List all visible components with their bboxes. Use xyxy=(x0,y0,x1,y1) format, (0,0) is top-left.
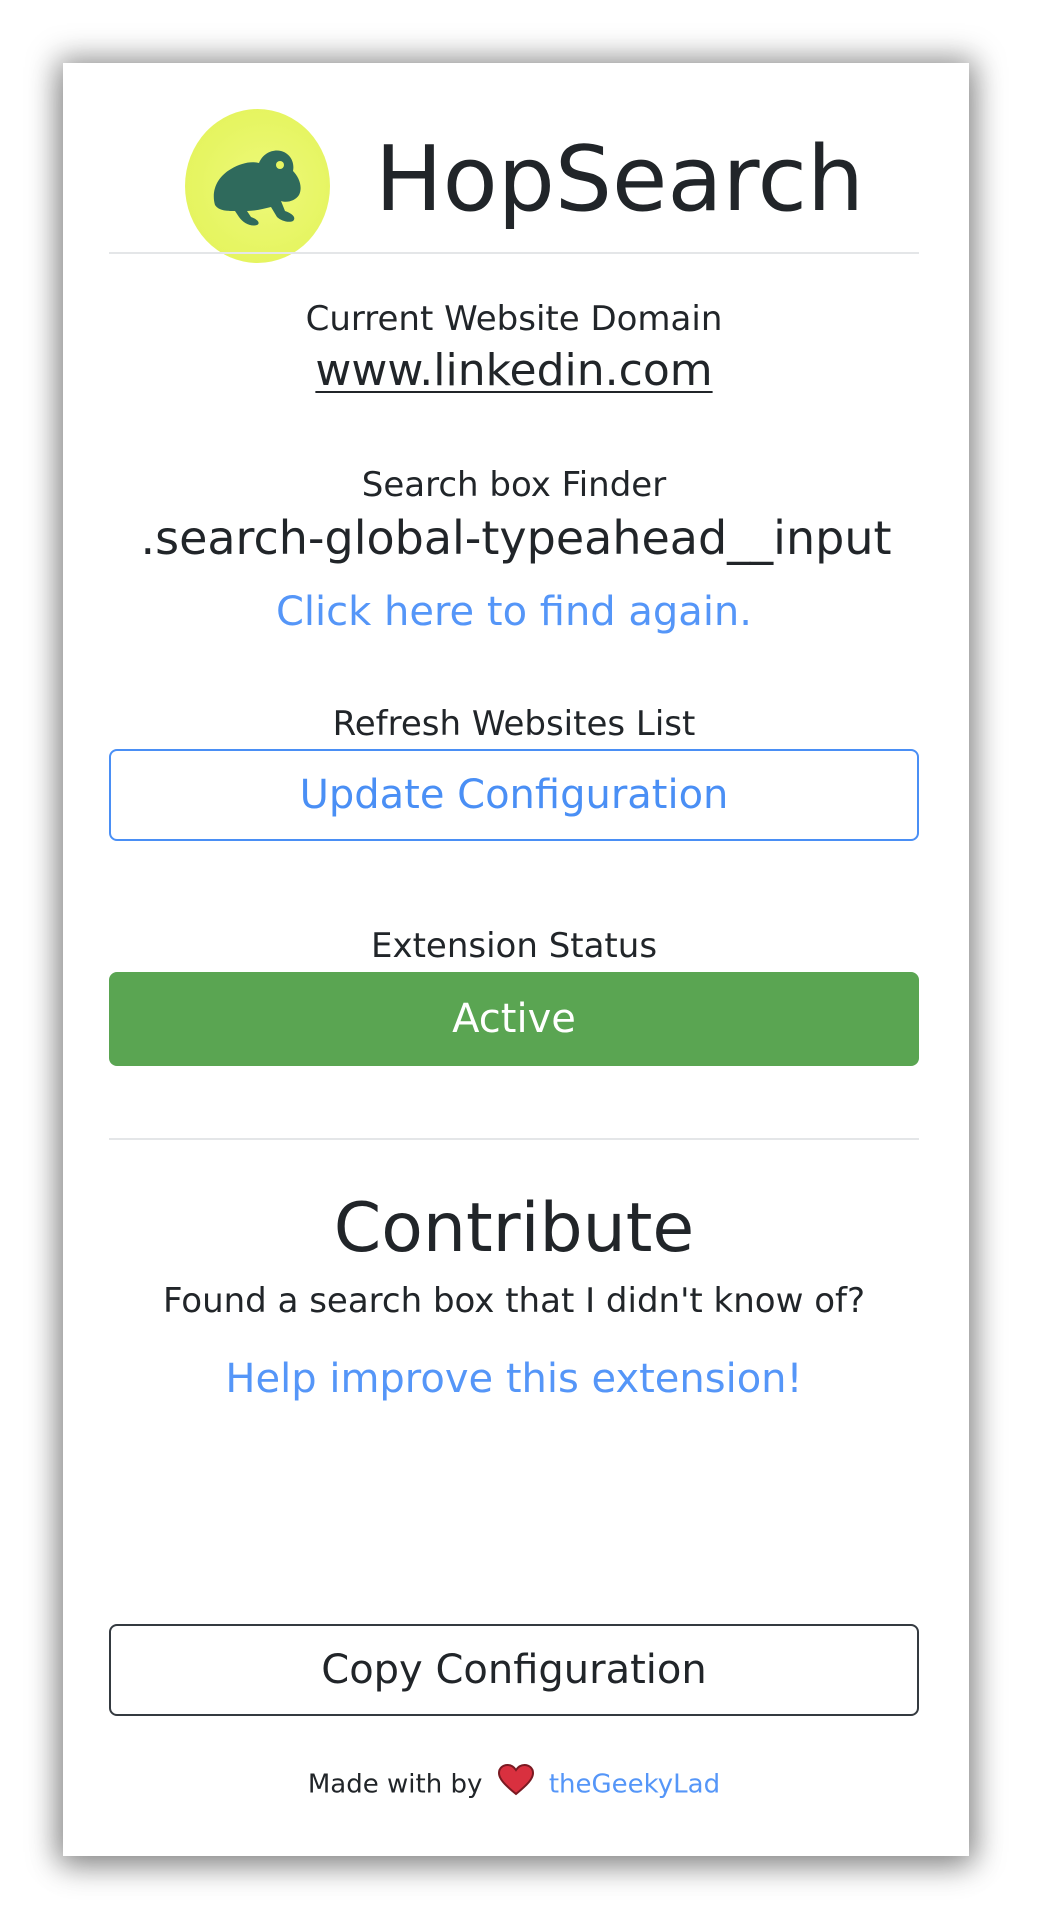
footer-by: by xyxy=(450,1769,483,1800)
extension-popup: HopSearch Current Website Domain www.lin… xyxy=(63,63,969,1856)
copy-configuration-button[interactable]: Copy Configuration xyxy=(109,1624,919,1716)
divider xyxy=(109,252,919,254)
search-box-selector: .search-global-typeahead__input xyxy=(140,511,892,565)
author-link[interactable]: theGeekyLad xyxy=(549,1770,720,1800)
refresh-label: Refresh Websites List xyxy=(332,704,696,744)
finder-label: Search box Finder xyxy=(361,465,667,505)
find-again-link[interactable]: Click here to find again. xyxy=(109,586,919,638)
contribute-heading: Contribute xyxy=(333,1189,695,1268)
heart-icon xyxy=(497,1763,535,1806)
frog-icon xyxy=(213,150,301,226)
help-improve-link[interactable]: Help improve this extension! xyxy=(109,1353,919,1405)
app-title: HopSearch xyxy=(375,127,865,232)
update-configuration-button[interactable]: Update Configuration xyxy=(109,749,919,841)
footer-credit: Made with by theGeekyLad xyxy=(109,1763,919,1806)
contribute-prompt: Found a search box that I didn't know of… xyxy=(162,1281,866,1321)
header: HopSearch xyxy=(63,63,969,310)
domain-label: Current Website Domain xyxy=(305,299,723,339)
footer-made-with: Made with xyxy=(307,1769,443,1800)
status-label: Extension Status xyxy=(370,926,658,966)
extension-status-toggle[interactable]: Active xyxy=(109,972,919,1066)
current-domain-link[interactable]: www.linkedin.com xyxy=(109,343,919,399)
logo xyxy=(185,109,330,263)
divider xyxy=(109,1138,919,1140)
